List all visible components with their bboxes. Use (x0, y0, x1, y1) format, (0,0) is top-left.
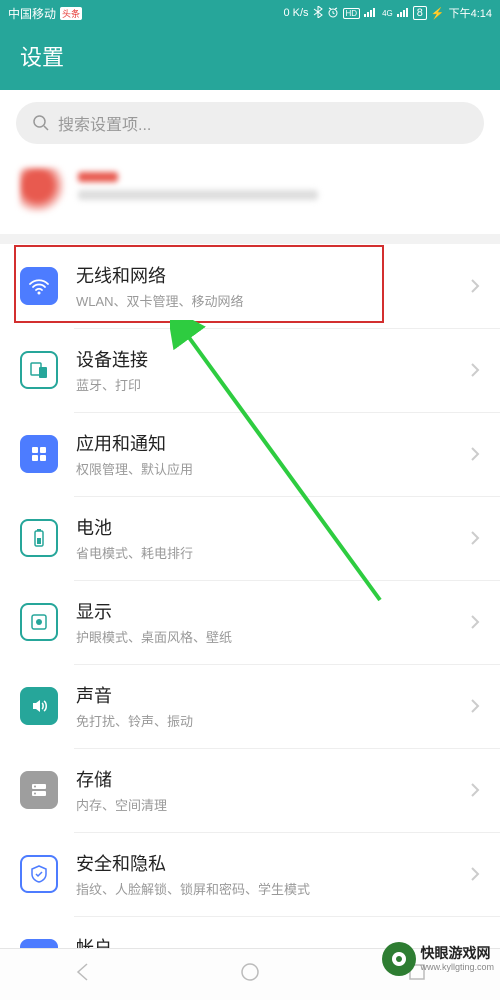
carrier-label: 中国移动 (8, 5, 56, 22)
app-badge: 头条 (60, 7, 82, 20)
watermark: 快眼游戏网 www.kyllgting.com (382, 942, 494, 976)
apps-icon (20, 435, 58, 473)
row-battery[interactable]: 电池 省电模式、耗电排行 (0, 496, 500, 580)
wifi-icon (20, 267, 58, 305)
chevron-right-icon (470, 362, 480, 378)
alarm-icon (327, 6, 339, 21)
storage-icon (20, 771, 58, 809)
signal-icon-2 (397, 7, 409, 20)
row-title: 应用和通知 (76, 430, 470, 456)
charging-icon: ⚡ (431, 7, 445, 20)
row-device-connection[interactable]: 设备连接 蓝牙、打印 (0, 328, 500, 412)
watermark-url: www.kyllgting.com (420, 962, 494, 972)
row-title: 无线和网络 (76, 262, 470, 288)
watermark-name: 快眼游戏网 (420, 946, 494, 961)
row-wireless[interactable]: 无线和网络 WLAN、双卡管理、移动网络 (0, 244, 500, 328)
row-apps-notifications[interactable]: 应用和通知 权限管理、默认应用 (0, 412, 500, 496)
hd-icon: HD (343, 8, 361, 19)
chevron-right-icon (470, 866, 480, 882)
page-header: 设置 (0, 26, 500, 90)
row-sound[interactable]: 声音 免打扰、铃声、振动 (0, 664, 500, 748)
avatar (20, 168, 64, 212)
shield-icon (20, 855, 58, 893)
watermark-icon (382, 942, 416, 976)
search-section: 搜索设置项... (0, 90, 500, 154)
row-sub: 省电模式、耗电排行 (76, 543, 470, 562)
row-title: 设备连接 (76, 346, 470, 372)
settings-list: 无线和网络 WLAN、双卡管理、移动网络 设备连接 蓝牙、打印 应用和通知 权限… (0, 244, 500, 1000)
row-title: 安全和隐私 (76, 850, 470, 876)
row-title: 电池 (76, 514, 470, 540)
row-title: 存储 (76, 766, 470, 792)
row-title: 显示 (76, 598, 470, 624)
account-row[interactable] (0, 154, 500, 234)
bluetooth-icon (313, 6, 323, 21)
row-display[interactable]: 显示 护眼模式、桌面风格、壁纸 (0, 580, 500, 664)
row-sub: 免打扰、铃声、振动 (76, 711, 470, 730)
row-sub: 蓝牙、打印 (76, 375, 470, 394)
row-storage[interactable]: 存储 内存、空间清理 (0, 748, 500, 832)
signal-icon (364, 7, 378, 20)
device-icon (20, 351, 58, 389)
search-icon (32, 114, 50, 132)
row-sub: 指纹、人脸解锁、锁屏和密码、学生模式 (76, 879, 470, 898)
sound-icon (20, 687, 58, 725)
chevron-right-icon (470, 278, 480, 294)
net-speed: 0 K/s (283, 7, 308, 19)
page-title: 设置 (20, 45, 64, 70)
row-title: 声音 (76, 682, 470, 708)
row-security[interactable]: 安全和隐私 指纹、人脸解锁、锁屏和密码、学生模式 (0, 832, 500, 916)
chevron-right-icon (470, 698, 480, 714)
network-type: 4G (382, 9, 393, 18)
row-sub: 内存、空间清理 (76, 795, 470, 814)
search-placeholder: 搜索设置项... (58, 111, 151, 135)
nav-back[interactable] (72, 961, 94, 988)
chevron-right-icon (470, 782, 480, 798)
display-icon (20, 603, 58, 641)
row-sub: 权限管理、默认应用 (76, 459, 470, 478)
chevron-right-icon (470, 614, 480, 630)
battery-icon: 8 (413, 6, 427, 20)
chevron-right-icon (470, 446, 480, 462)
account-text-blurred (78, 172, 480, 208)
nav-home[interactable] (239, 961, 261, 988)
row-sub: WLAN、双卡管理、移动网络 (76, 291, 470, 310)
status-bar: 中国移动 头条 0 K/s HD 4G 8 ⚡ 下午4:14 (0, 0, 500, 26)
chevron-right-icon (470, 530, 480, 546)
clock: 下午4:14 (449, 5, 492, 21)
battery-icon (20, 519, 58, 557)
search-input[interactable]: 搜索设置项... (16, 102, 484, 144)
row-sub: 护眼模式、桌面风格、壁纸 (76, 627, 470, 646)
